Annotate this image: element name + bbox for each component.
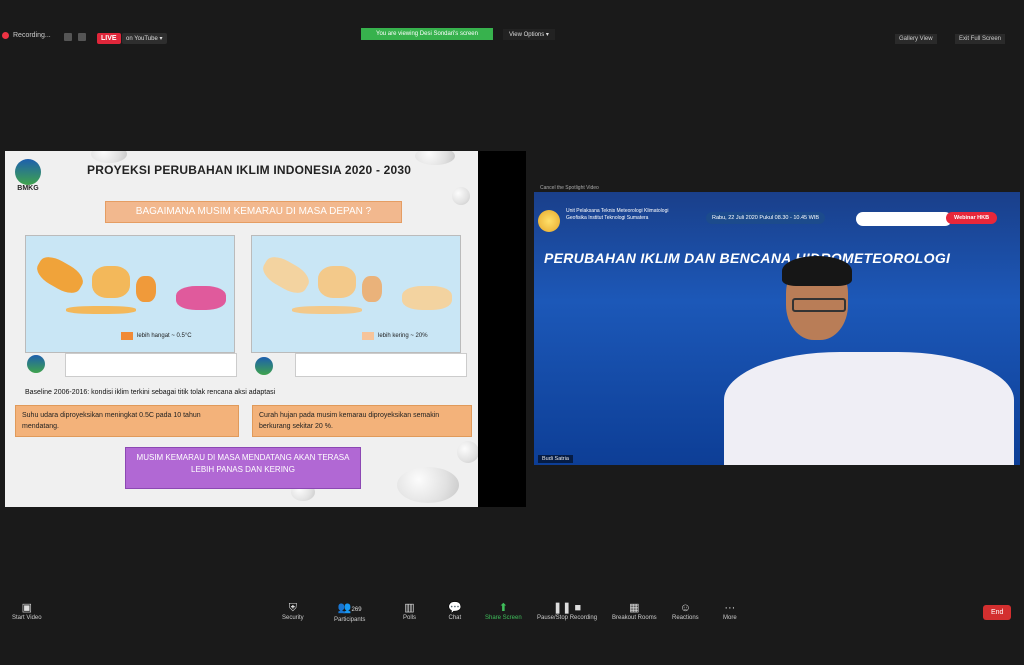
participants-button[interactable]: 👥269 Participants <box>334 601 365 623</box>
decorative-bubble <box>457 441 478 463</box>
video-date: Rabu, 22 Juli 2020 Pukul 08.30 - 10.45 W… <box>706 212 826 224</box>
view-options-button[interactable]: View Options ▾ <box>503 29 555 40</box>
breakout-rooms-icon: ▦ <box>629 602 640 614</box>
pause-stop-recording-label: Pause/Stop Recording <box>537 615 598 621</box>
bmkg-small-logo <box>25 355 47 377</box>
video-banner: Unit Pelaksana Teknis Meteorologi Klimat… <box>534 202 1020 234</box>
shield-icon: ⛨ <box>288 602 297 614</box>
slide-side-panel <box>478 151 526 507</box>
record-icon <box>2 32 9 39</box>
rainfall-note: Curah hujan pada musim kemarau diproyeks… <box>252 405 472 437</box>
meeting-top-bar: Recording... LIVE on YouTube ▾ You are v… <box>0 28 1024 50</box>
slide-title: PROYEKSI PERUBAHAN IKLIM INDONESIA 2020 … <box>87 163 412 177</box>
polls-button[interactable]: ▥ Polls <box>403 601 416 621</box>
breakout-rooms-button[interactable]: ▦ Breakout Rooms <box>612 601 657 621</box>
map-legend-left-text: lebih hangat ~ 0.5°C <box>137 333 192 339</box>
viewing-screen-banner: You are viewing Desi Sondari's screen <box>361 28 493 40</box>
polls-icon: ▥ <box>404 602 415 614</box>
bmkg-small-logo <box>253 357 275 379</box>
speaker-video <box>724 256 1014 465</box>
participants-label: Participants <box>334 617 366 623</box>
map-legend-left: lebih hangat ~ 0.5°C <box>121 332 192 340</box>
bmkg-logo-text: BMKG <box>17 185 39 192</box>
baseline-text: Baseline 2006-2016: kondisi iklim terkin… <box>25 389 276 396</box>
security-label: Security <box>282 615 304 621</box>
decorative-bubble <box>91 151 127 163</box>
pause-stop-recording-button[interactable]: ❚❚ ■ Pause/Stop Recording <box>537 601 597 621</box>
recording-label: Recording... <box>13 32 51 39</box>
chat-icon: 💬 <box>448 602 462 614</box>
youtube-stream-dropdown[interactable]: on YouTube ▾ <box>122 33 167 44</box>
shared-screen-slide: BMKG PROYEKSI PERUBAHAN IKLIM INDONESIA … <box>5 151 478 507</box>
pause-stop-icon: ❚❚ ■ <box>552 602 582 614</box>
map-legend-right: lebih kering ~ 20% <box>362 332 428 340</box>
bmkg-logo: BMKG <box>13 159 43 192</box>
itera-logo-icon <box>538 210 560 232</box>
polls-label: Polls <box>403 615 417 621</box>
reactions-icon: ☺ <box>679 602 691 614</box>
stop-recording-icon[interactable] <box>78 33 86 41</box>
more-icon: ··· <box>724 602 736 614</box>
rainfall-projection-map: lebih kering ~ 20% <box>251 235 461 353</box>
exit-full-screen-button[interactable]: Exit Full Screen <box>955 34 1006 44</box>
share-screen-icon: ⬆ <box>498 602 508 614</box>
chat-label: Chat <box>448 615 462 621</box>
participants-count: 269 <box>351 607 362 613</box>
chat-button[interactable]: 💬 Chat <box>448 601 462 621</box>
more-label: More <box>723 615 737 621</box>
meeting-toolbar: ▣ Start Video ⛨ Security 👥269 Participan… <box>0 597 1024 631</box>
temperature-note: Suhu udara diproyeksikan meningkat 0.5C … <box>15 405 239 437</box>
reactions-label: Reactions <box>672 615 699 621</box>
spotlight-video: Unit Pelaksana Teknis Meteorologi Klimat… <box>534 192 1020 465</box>
map-legend-right-text: lebih kering ~ 20% <box>378 333 428 339</box>
map-legend-strip <box>295 353 467 377</box>
glasses-icon <box>792 298 846 312</box>
video-camera-off-icon: ▣ <box>21 602 32 614</box>
start-video-label: Start Video <box>12 615 42 621</box>
live-badge: LIVE <box>97 33 121 44</box>
webinar-badge: Webinar HKB <box>946 212 998 224</box>
gallery-view-button[interactable]: Gallery View <box>895 34 937 44</box>
share-screen-label: Share Screen <box>485 615 522 621</box>
start-video-button[interactable]: ▣ Start Video <box>12 601 42 621</box>
pause-recording-icon[interactable] <box>64 33 72 41</box>
reactions-button[interactable]: ☺ Reactions <box>672 601 699 621</box>
participants-icon: 👥269 <box>337 602 362 614</box>
slide-question-banner: BAGAIMANA MUSIM KEMARAU DI MASA DEPAN ? <box>105 201 402 223</box>
map-legend-strip <box>65 353 237 377</box>
temperature-projection-map: lebih hangat ~ 0.5°C <box>25 235 235 353</box>
end-meeting-button[interactable]: End <box>983 605 1012 620</box>
more-button[interactable]: ··· More <box>723 601 737 621</box>
video-org-text: Unit Pelaksana Teknis Meteorologi Klimat… <box>566 208 669 221</box>
cancel-spotlight-link[interactable]: Cancel the Spotlight Video <box>540 185 599 191</box>
decorative-bubble <box>452 187 470 205</box>
decorative-bubble <box>415 151 455 165</box>
breakout-rooms-label: Breakout Rooms <box>612 615 657 621</box>
recording-indicator: Recording... <box>2 32 51 39</box>
participant-name-tag: Budi Satria <box>538 455 573 463</box>
decorative-bubble <box>397 467 459 503</box>
sponsor-logos <box>856 212 952 226</box>
security-button[interactable]: ⛨ Security <box>282 601 304 621</box>
conclusion-box: MUSIM KEMARAU DI MASA MENDATANG AKAN TER… <box>125 447 361 489</box>
share-screen-button[interactable]: ⬆ Share Screen <box>485 601 522 621</box>
recording-controls <box>64 33 86 41</box>
